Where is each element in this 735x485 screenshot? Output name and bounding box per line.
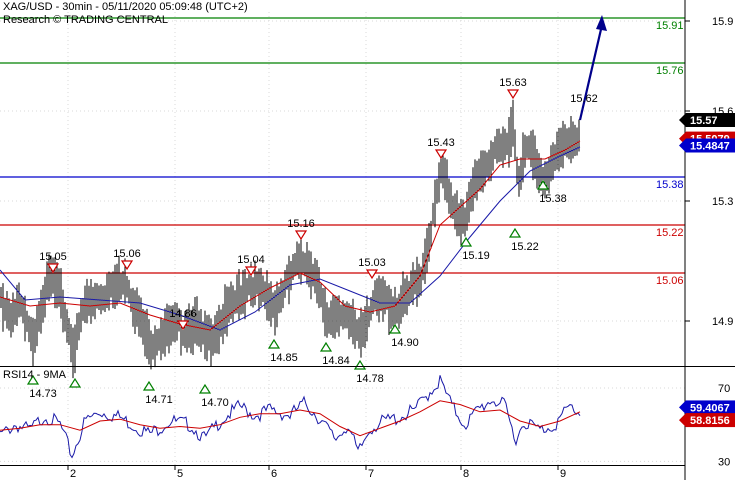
day-label: 8 [463,468,469,480]
rsi-badge-pointer [679,400,686,415]
price-axis-label: 15.3 [712,196,733,208]
day-label: 6 [271,468,277,480]
day-label: 7 [368,468,374,480]
pivot-high-marker [506,89,520,100]
pivot-high-marker [365,269,379,280]
day-label: 2 [70,468,76,480]
pivot-low-label: 15.22 [511,241,539,253]
key-level-label: 15.38 [656,179,684,191]
pivot-high-label: 15.05 [39,251,67,263]
pivot-low-marker [459,236,473,247]
rsi-badge-value: 58.8156 [690,415,730,427]
pivot-layer: 15.05 15.06 14.86 15.04 15.16 15.03 15.43 15.63… [26,77,598,409]
pivot-low-marker [508,227,522,238]
projection-target-label: 15.62 [570,93,598,105]
levels-layer: 15.91 15.76 15.38 15.22 15.06 [0,17,685,287]
pivot-high-marker [120,260,134,271]
pivot-high-label: 15.43 [427,137,455,149]
pivot-low-marker [319,341,333,352]
pivot-low-marker [198,383,212,394]
rsi-axis-label: 70 [718,383,730,395]
pivot-high-label: 15.03 [358,257,386,269]
price-badge: 15.57 [679,113,735,127]
key-level-label: 15.22 [656,227,684,239]
pivot-high-label: 15.06 [113,248,141,260]
price-badge-pointer [679,113,686,127]
projection-arrow-shaft [578,24,604,121]
key-level-label: 15.76 [656,65,684,77]
pivot-high-marker [434,149,448,160]
pivot-low-label: 14.71 [145,394,173,406]
chart-source: Research © TRADING CENTRAL [3,14,168,26]
price-axis-label: 14.9 [712,316,733,328]
pivot-low-label: 14.84 [322,355,350,367]
price-badge: 15.4847 [679,138,735,153]
pivot-high-label: 14.86 [169,308,197,320]
pivot-low-label: 15.19 [462,250,490,262]
grid-layer [0,12,685,465]
key-level-label: 15.06 [656,275,684,287]
chart-header: XAG/USD - 30min - 05/11/2020 05:09:48 (U… [3,1,248,27]
day-label: 9 [560,468,566,480]
rsi-badge: 58.8156 [679,413,735,428]
pivot-high-label: 15.63 [499,77,527,89]
pivot-low-label: 14.70 [201,397,229,409]
pivot-high-label: 15.16 [287,218,315,230]
chart-title: XAG/USD - 30min - 05/11/2020 05:09:48 (U… [3,1,248,13]
price-axis-label: 15.9 [712,16,733,28]
pivot-low-marker [142,380,156,391]
chart-svg: 15.9115.7615.3815.2215.06 15.05 15.0614.8… [0,0,735,480]
price-badge-value: 15.4847 [690,141,730,153]
rsi-axis-label: 30 [718,456,730,468]
pivot-low-label: 14.73 [29,388,57,400]
rsi-badge: 59.4067 [679,400,735,415]
key-level-label: 15.91 [656,20,684,32]
pivot-high-label: 15.04 [237,254,265,266]
rsi-title: RSI14 - 9MA [3,369,67,381]
pivot-low-label: 14.85 [270,352,298,364]
pivot-low-marker [267,338,281,349]
axes-layer: 2 5 6 7 8 914.915.315.615.93070RSI14 - 9MA15.… [0,0,735,480]
rsi-line [0,375,581,459]
rsi-badge-value: 59.4067 [690,402,730,414]
pivot-low-marker [68,377,82,388]
pivot-high-marker [294,230,308,241]
day-label: 5 [177,468,183,480]
pivot-low-label: 15.38 [539,193,567,205]
pivot-low-label: 14.78 [356,373,384,385]
chart-canvas: 15.91 15.76 15.38 15.22 15.06 15.05 15.06 14.8… [0,0,735,480]
pivot-low-label: 14.90 [391,337,419,349]
price-badge-value: 15.57 [690,115,718,127]
rsi-badge-pointer [679,413,686,428]
pivot-low-marker [353,359,367,370]
